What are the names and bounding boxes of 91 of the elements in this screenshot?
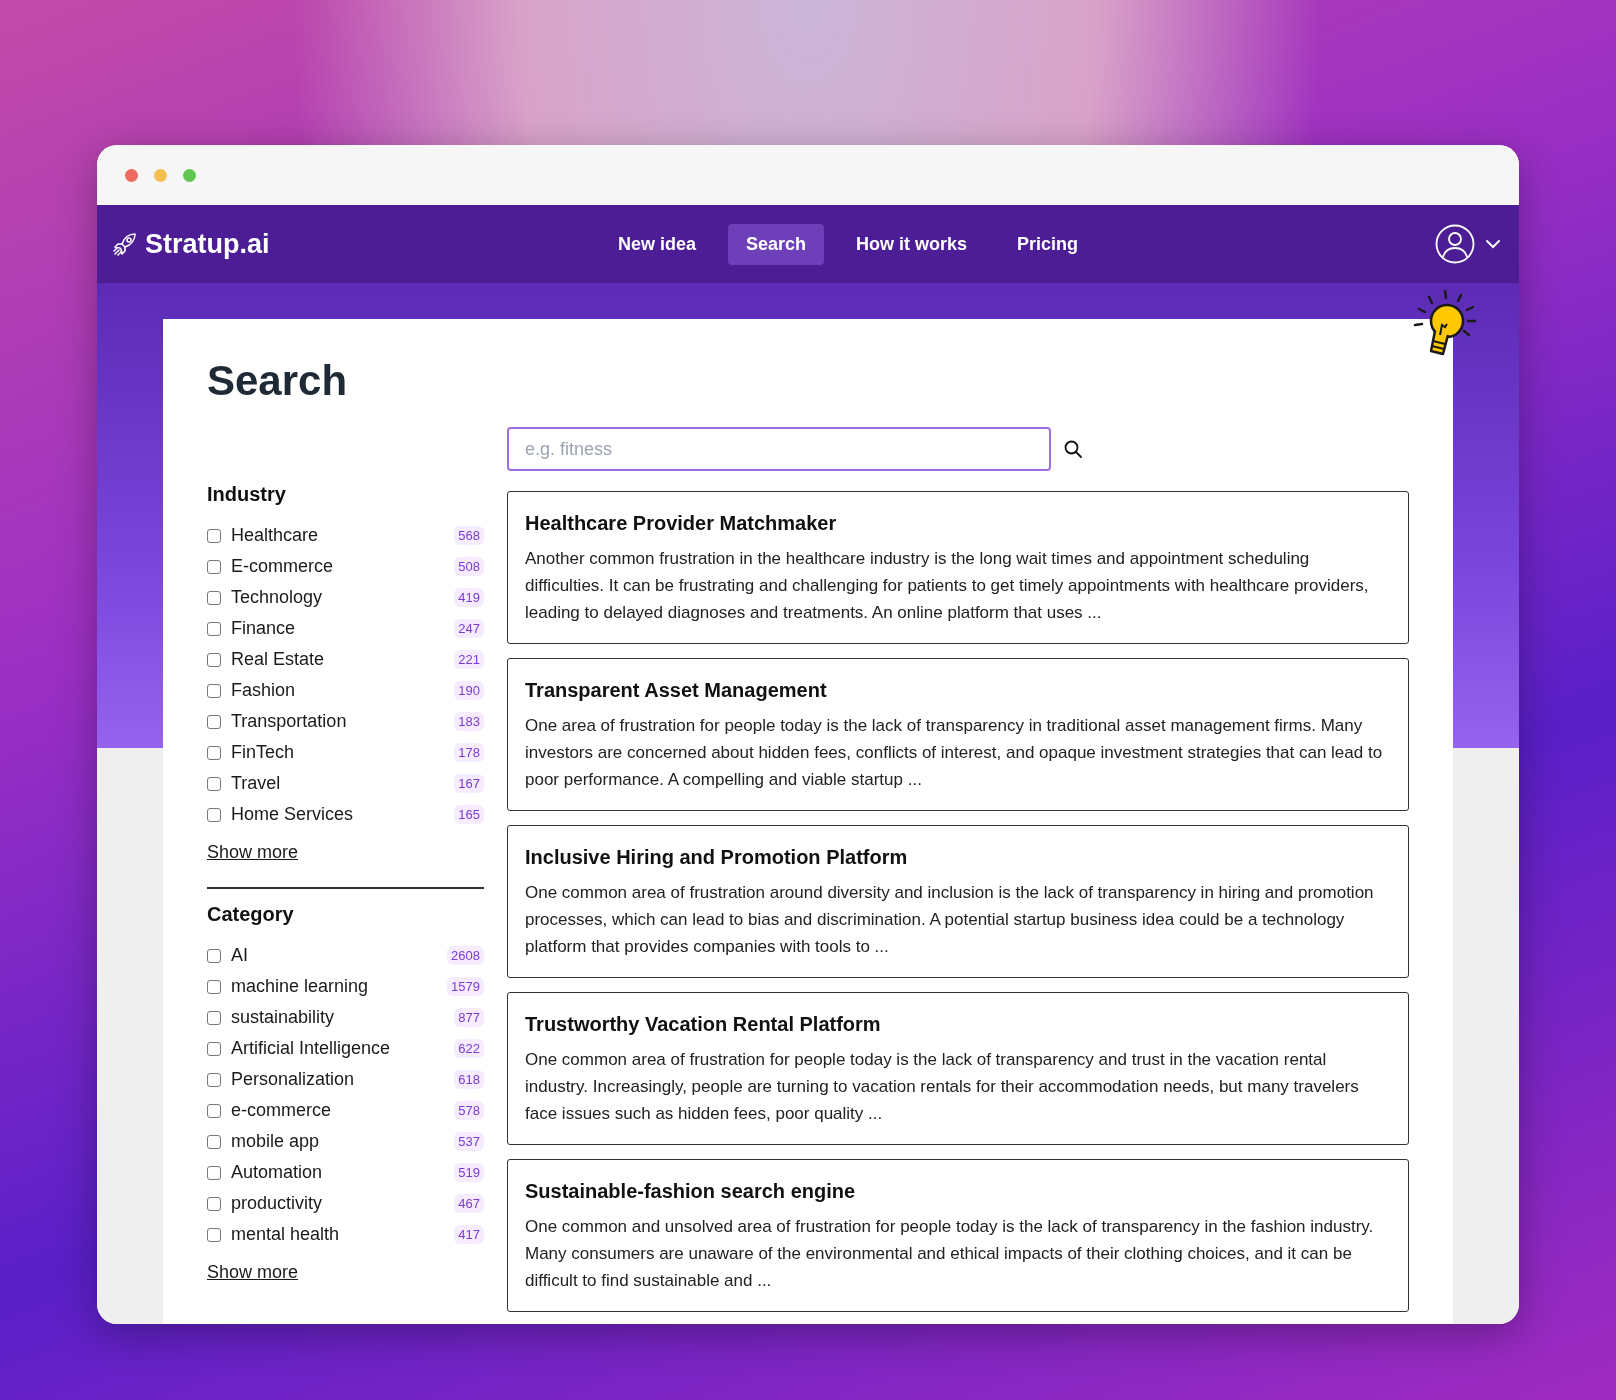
filter-heading: Industry	[207, 483, 287, 506]
count-badge: 417	[454, 1225, 484, 1244]
brand-name[interactable]: Stratup.ai	[145, 228, 270, 260]
filter-label[interactable]: Finance	[231, 618, 455, 639]
count-badge: 419	[454, 588, 484, 607]
show-more-link[interactable]: Show more	[207, 842, 299, 863]
filter-label[interactable]: FinTech	[231, 742, 455, 763]
search-icon[interactable]	[1063, 439, 1083, 459]
result-title: Healthcare Provider Matchmaker	[525, 512, 838, 535]
count-badge: 165	[454, 805, 484, 824]
page-title: Search	[207, 357, 349, 405]
filter-checkbox[interactable]	[207, 807, 221, 822]
filter-heading: Category	[207, 903, 295, 926]
count-badge: 467	[454, 1194, 484, 1213]
result-card[interactable]	[507, 825, 1409, 978]
count-badge: 618	[454, 1070, 484, 1089]
filter-label[interactable]: AI	[231, 945, 448, 966]
result-card[interactable]	[507, 1159, 1409, 1312]
filter-checkbox[interactable]	[207, 1227, 221, 1242]
filter-label[interactable]: Healthcare	[231, 525, 455, 546]
filter-label[interactable]: Personalization	[231, 1069, 455, 1090]
filter-label[interactable]: Technology	[231, 587, 455, 608]
count-badge: 537	[454, 1132, 484, 1151]
filter-label[interactable]: Automation	[231, 1162, 455, 1183]
filter-label[interactable]: mobile app	[231, 1131, 455, 1152]
count-badge: 622	[454, 1039, 484, 1058]
filter-checkbox[interactable]	[207, 683, 221, 698]
result-summary: One common and unsolved area of frustration for people today is the lack of transparency in the fashion industry. Many consumers are unaware of the environmental and ethical impacts of their clothing choices, and it can be difficult to find sustainable and ...	[525, 1216, 1375, 1292]
filter-checkbox[interactable]	[207, 745, 221, 760]
filter-checkbox[interactable]	[207, 714, 221, 729]
search-field[interactable]: e.g. fitness	[507, 427, 1051, 471]
nav-link[interactable]: How it works	[838, 223, 986, 265]
filter-label[interactable]: Real Estate	[231, 649, 455, 670]
filter-checkbox[interactable]	[207, 528, 221, 543]
result-summary: One common area of frustration around diversity and inclusion is the lack of transparency in hiring and promotion processes, which can lead to bias and discrimination. A potential startup business idea could be a technology platform that provides companies with tools to ...	[525, 882, 1375, 958]
filter-checkbox[interactable]	[207, 621, 221, 636]
result-title: Sustainable-fashion search engine	[525, 1180, 857, 1203]
close-window-button[interactable]	[125, 168, 138, 182]
rocket-logo-icon	[111, 230, 139, 258]
filter-checkbox[interactable]	[207, 1165, 221, 1180]
count-badge: 519	[454, 1163, 484, 1182]
filter-checkbox[interactable]	[207, 1010, 221, 1025]
result-card[interactable]	[507, 992, 1409, 1145]
nav-link[interactable]: Search	[727, 223, 824, 265]
user-avatar-icon[interactable]	[1435, 224, 1475, 264]
count-badge: 877	[454, 1008, 484, 1027]
filter-label[interactable]: mental health	[231, 1224, 455, 1245]
filter-checkbox[interactable]	[207, 559, 221, 574]
filter-label[interactable]: sustainability	[231, 1007, 455, 1028]
filter-checkbox[interactable]	[207, 1196, 221, 1211]
filter-label[interactable]: E-commerce	[231, 556, 455, 577]
nav-link[interactable]: New idea	[599, 223, 714, 265]
result-card[interactable]	[507, 491, 1409, 644]
filter-label[interactable]: Travel	[231, 773, 455, 794]
result-summary: One area of frustration for people today is the lack of transparency in traditional asset management firms. Many investors are concerned about hidden fees, conflicts of interest, and opaque investment strategies that can lead to poor performance. A compelling and viable startup ...	[525, 715, 1384, 791]
filter-label[interactable]: Transportation	[231, 711, 455, 732]
filter-label[interactable]: e-commerce	[231, 1100, 455, 1121]
filter-label[interactable]: Fashion	[231, 680, 455, 701]
filter-label[interactable]: machine learning	[231, 976, 448, 997]
filter-checkbox[interactable]	[207, 1041, 221, 1056]
count-badge: 178	[454, 743, 484, 762]
count-badge: 578	[454, 1101, 484, 1120]
count-badge: 167	[454, 774, 484, 793]
count-badge: 247	[454, 619, 484, 638]
filter-checkbox[interactable]	[207, 1072, 221, 1087]
result-summary: Another common frustration in the healthcare industry is the long wait times and appointment scheduling difficulties. It can be frustrating and challenging for patients to get timely appointments with healthcare providers, leading to delayed diagnoses and treatments. An online platform that uses ...	[525, 548, 1370, 624]
result-title: Transparent Asset Management	[525, 679, 828, 702]
filter-label[interactable]: Home Services	[231, 804, 455, 825]
result-title: Inclusive Hiring and Promotion Platform	[525, 846, 909, 869]
count-badge: 221	[454, 650, 484, 669]
filter-checkbox[interactable]	[207, 948, 221, 963]
result-summary: One common area of frustration for people today is the lack of transparency and trust in the vacation rental industry. Increasingly, people are turning to vacation rentals for their accommodation needs, but many travelers face issues such as hidden fees, poor quality ...	[525, 1049, 1360, 1125]
count-badge: 2608	[447, 946, 484, 965]
filter-label[interactable]: Artificial Intelligence	[231, 1038, 455, 1059]
filter-checkbox[interactable]	[207, 652, 221, 667]
filter-checkbox[interactable]	[207, 590, 221, 605]
filter-checkbox[interactable]	[207, 776, 221, 791]
result-card[interactable]	[507, 658, 1409, 811]
count-badge: 508	[454, 557, 484, 576]
count-badge: 183	[454, 712, 484, 731]
filter-checkbox[interactable]	[207, 1134, 221, 1149]
count-badge: 1579	[447, 977, 484, 996]
result-title: Trustworthy Vacation Rental Platform	[525, 1013, 882, 1036]
filter-label[interactable]: productivity	[231, 1193, 455, 1214]
count-badge: 568	[454, 526, 484, 545]
filter-checkbox[interactable]	[207, 979, 221, 994]
count-badge: 190	[454, 681, 484, 700]
nav-link[interactable]: Pricing	[999, 223, 1097, 265]
show-more-link[interactable]: Show more	[207, 1262, 299, 1283]
chevron-down-icon[interactable]	[1485, 239, 1501, 249]
filter-checkbox[interactable]	[207, 1103, 221, 1118]
